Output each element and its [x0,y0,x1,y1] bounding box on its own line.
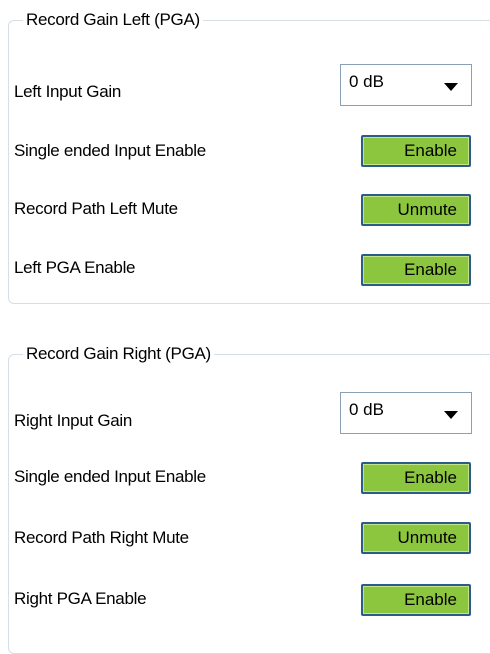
triangle-down-icon [444,83,458,91]
triangle-down-icon [444,411,458,419]
left-pga-enable-button[interactable]: Enable [361,254,471,286]
right-single-ended-enable-button[interactable]: Enable [361,462,471,494]
left-single-ended-enable-button[interactable]: Enable [361,135,471,167]
left-input-gain-value: 0 dB [349,72,384,91]
right-single-ended-label: Single ended Input Enable [14,467,206,486]
record-path-left-mute-label: Record Path Left Mute [14,199,178,218]
right-input-gain-value: 0 dB [349,400,384,419]
group-title: Record Gain Left (PGA) [23,8,203,32]
left-input-gain-label: Left Input Gain [14,82,122,101]
group-title: Record Gain Right (PGA) [23,342,214,366]
record-path-right-unmute-button[interactable]: Unmute [361,522,471,554]
record-path-right-mute-label: Record Path Right Mute [14,528,189,547]
left-pga-enable-label: Left PGA Enable [14,258,136,277]
right-input-gain-dropdown[interactable]: 0 dB [340,392,472,434]
right-pga-enable-label: Right PGA Enable [14,589,147,608]
record-path-left-unmute-button[interactable]: Unmute [361,194,471,226]
right-input-gain-label: Right Input Gain [14,411,133,430]
left-input-gain-dropdown[interactable]: 0 dB [340,64,472,106]
right-pga-enable-button[interactable]: Enable [361,584,471,616]
left-single-ended-label: Single ended Input Enable [14,141,206,160]
